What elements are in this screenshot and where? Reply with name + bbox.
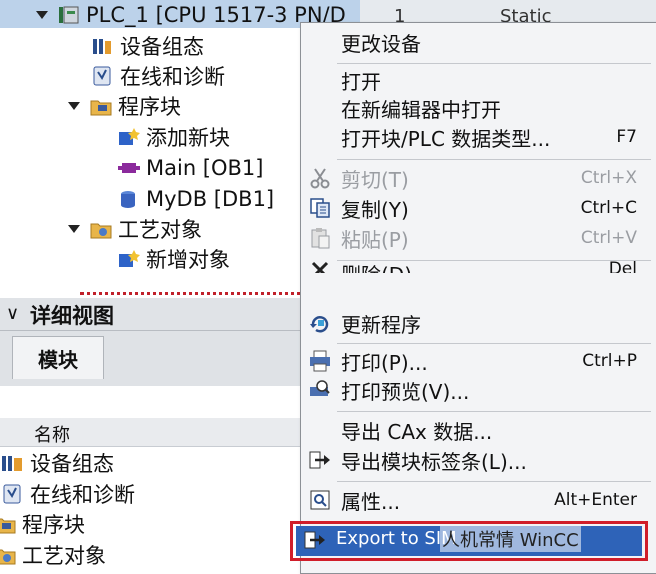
program-blocks-folder-icon: [0, 514, 16, 534]
menu-item-change-device[interactable]: 更改设备: [301, 27, 651, 57]
tree-item-main-ob1[interactable]: Main [OB1]: [118, 153, 264, 183]
expand-arrow-icon[interactable]: [68, 225, 80, 233]
copy-icon: [309, 197, 331, 219]
menu-separator: [337, 63, 651, 64]
menu-item-print[interactable]: 打印(P)... Ctrl+P: [301, 346, 651, 376]
tree-item-add-object[interactable]: 新增对象: [118, 244, 230, 272]
tree-item-online-diagnostics[interactable]: 在线和诊断: [92, 61, 225, 91]
tree-item-label: Main [OB1]: [146, 156, 264, 180]
device-config-icon: [2, 453, 22, 473]
tree-item-add-block[interactable]: 添加新块: [118, 122, 230, 152]
menu-item-paste[interactable]: 粘贴(P) Ctrl+V: [301, 223, 651, 253]
detail-view-title: 详细视图: [30, 304, 114, 328]
list-item-technology-objects[interactable]: 工艺对象: [0, 540, 106, 570]
printer-icon: [309, 350, 331, 372]
menu-item-copy[interactable]: 复制(Y) Ctrl+C: [301, 193, 651, 223]
ob-block-icon: [118, 158, 140, 178]
menu-item-open-new-editor[interactable]: 在新编辑器中打开: [301, 93, 651, 123]
list-item-label: 设备组态: [30, 452, 114, 476]
program-blocks-folder-icon: [90, 96, 112, 116]
menu-separator: [337, 411, 651, 412]
chevron-down-icon[interactable]: ∨: [6, 303, 19, 324]
list-item-device-config[interactable]: 设备组态: [0, 448, 114, 478]
technology-objects-folder-icon: [90, 219, 112, 239]
menu-item-delete[interactable]: 删除(D) Del: [301, 261, 651, 273]
update-program-icon: [309, 312, 331, 334]
tree-item-label: 设备组态: [120, 35, 204, 59]
online-diagnostics-icon: [92, 66, 112, 86]
tab-modules[interactable]: 模块: [12, 336, 104, 379]
list-item-label: 在线和诊断: [30, 483, 135, 507]
menu-item-export-cax[interactable]: 导出 CAx 数据...: [301, 415, 651, 445]
annotation-highlight-box: [290, 521, 648, 561]
menu-item-print-preview[interactable]: 打印预览(V)...: [301, 375, 651, 405]
menu-separator: [337, 481, 651, 482]
expand-arrow-icon[interactable]: [36, 11, 48, 19]
column-header-name[interactable]: 名称: [34, 421, 70, 447]
tree-item-label: MyDB [DB1]: [146, 187, 275, 211]
menu-item-cut[interactable]: 剪切(T) Ctrl+X: [301, 163, 651, 193]
print-preview-icon: [309, 379, 331, 401]
list-item-label: 程序块: [22, 513, 85, 537]
menu-separator: [337, 159, 651, 160]
delete-icon: [309, 261, 331, 273]
paste-icon: [309, 227, 331, 249]
tree-item-label: 新增对象: [146, 248, 230, 272]
list-item-label: 工艺对象: [22, 544, 106, 568]
add-object-icon: [118, 249, 140, 269]
tree-item-label: 在线和诊断: [120, 65, 225, 89]
tree-item-technology-objects[interactable]: 工艺对象: [68, 214, 202, 244]
tree-item-mydb-db1[interactable]: MyDB [DB1]: [118, 184, 274, 214]
menu-item-export-labels[interactable]: 导出模块标签条(L)...: [301, 445, 651, 475]
online-diagnostics-icon: [2, 484, 22, 504]
add-block-icon: [118, 127, 140, 147]
tree-item-label: 程序块: [118, 95, 181, 119]
list-item-online-diagnostics[interactable]: 在线和诊断: [0, 479, 135, 509]
export-arrow-icon: [309, 449, 331, 471]
db-block-icon: [118, 189, 138, 209]
plc-icon: [58, 5, 79, 25]
tree-item-device-config[interactable]: 设备组态: [92, 31, 204, 61]
context-menu: 更改设备 打开 在新编辑器中打开 打开块/PLC 数据类型... F7 剪切(T…: [300, 22, 656, 574]
tree-item-program-blocks[interactable]: 程序块: [68, 91, 181, 121]
menu-item-properties[interactable]: 属性... Alt+Enter: [301, 485, 651, 515]
tree-item-label: 添加新块: [146, 126, 230, 150]
device-config-icon: [92, 36, 112, 56]
technology-objects-folder-icon: [0, 545, 16, 565]
list-item-program-blocks[interactable]: 程序块: [0, 509, 85, 539]
expand-arrow-icon[interactable]: [68, 102, 80, 110]
menu-item-open[interactable]: 打开: [301, 65, 651, 95]
tree-item-label: 工艺对象: [118, 218, 202, 242]
menu-separator: [337, 343, 651, 344]
menu-item-update-program[interactable]: 更新程序: [301, 308, 651, 338]
scissors-icon: [309, 167, 331, 189]
properties-icon: [309, 489, 331, 511]
menu-item-open-block[interactable]: 打开块/PLC 数据类型... F7: [301, 122, 651, 152]
